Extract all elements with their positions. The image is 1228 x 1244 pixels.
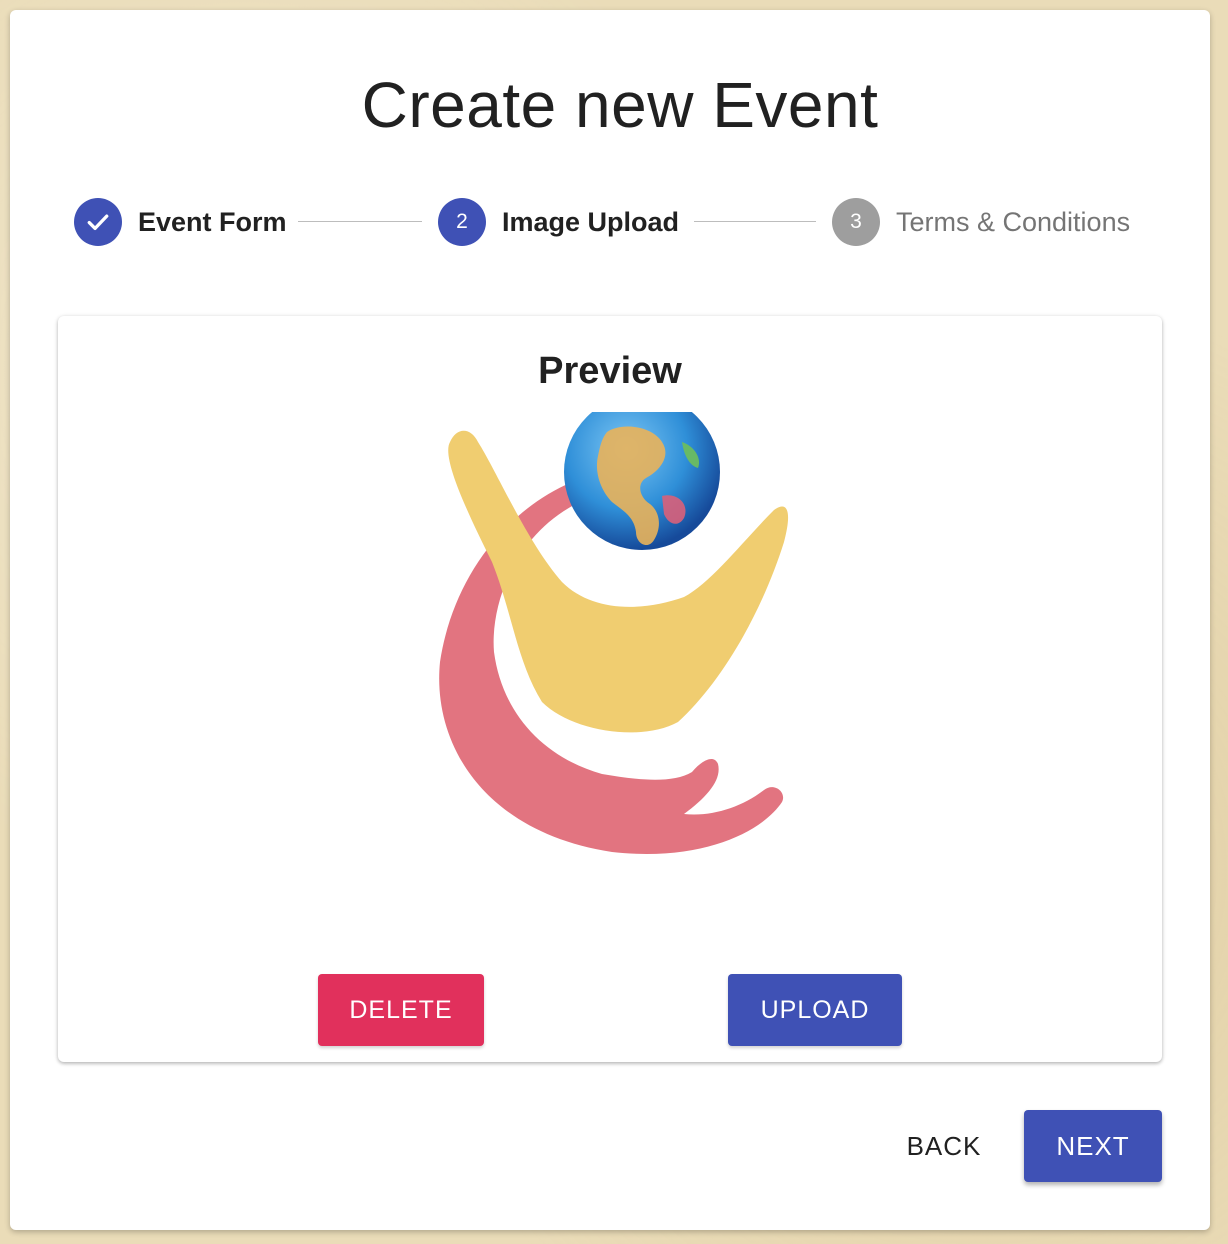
stepper: Event Form 2 Image Upload 3 Terms & Cond…: [10, 198, 1210, 246]
check-icon: [87, 214, 109, 231]
preview-title: Preview: [538, 350, 682, 392]
delete-image-button[interactable]: DELETE: [318, 974, 484, 1046]
create-event-card: Create new Event Event Form 2 Image Uplo…: [10, 10, 1210, 1230]
next-button[interactable]: NEXT: [1024, 1110, 1162, 1182]
step-number-circle: 2: [438, 198, 486, 246]
step-label: Terms & Conditions: [896, 206, 1131, 237]
step-completed-circle: [74, 198, 122, 246]
upload-image-button[interactable]: UPLOAD: [728, 974, 902, 1046]
step-number-circle: 3: [832, 198, 880, 246]
step-label: Image Upload: [502, 206, 680, 237]
back-button[interactable]: BACK: [886, 1110, 1002, 1182]
step-image-upload[interactable]: 2 Image Upload: [438, 198, 679, 246]
step-label: Event Form: [138, 206, 287, 237]
page-title: Create new Event: [361, 69, 879, 141]
step-event-form[interactable]: Event Form: [74, 198, 287, 246]
step-connector: [298, 221, 422, 222]
step-terms-conditions[interactable]: 3 Terms & Conditions: [832, 198, 1130, 246]
step-connector: [694, 221, 816, 222]
globe-in-hands-logo-image: [439, 412, 789, 854]
image-preview-card: Preview DELETE UPLOAD: [58, 316, 1162, 1062]
